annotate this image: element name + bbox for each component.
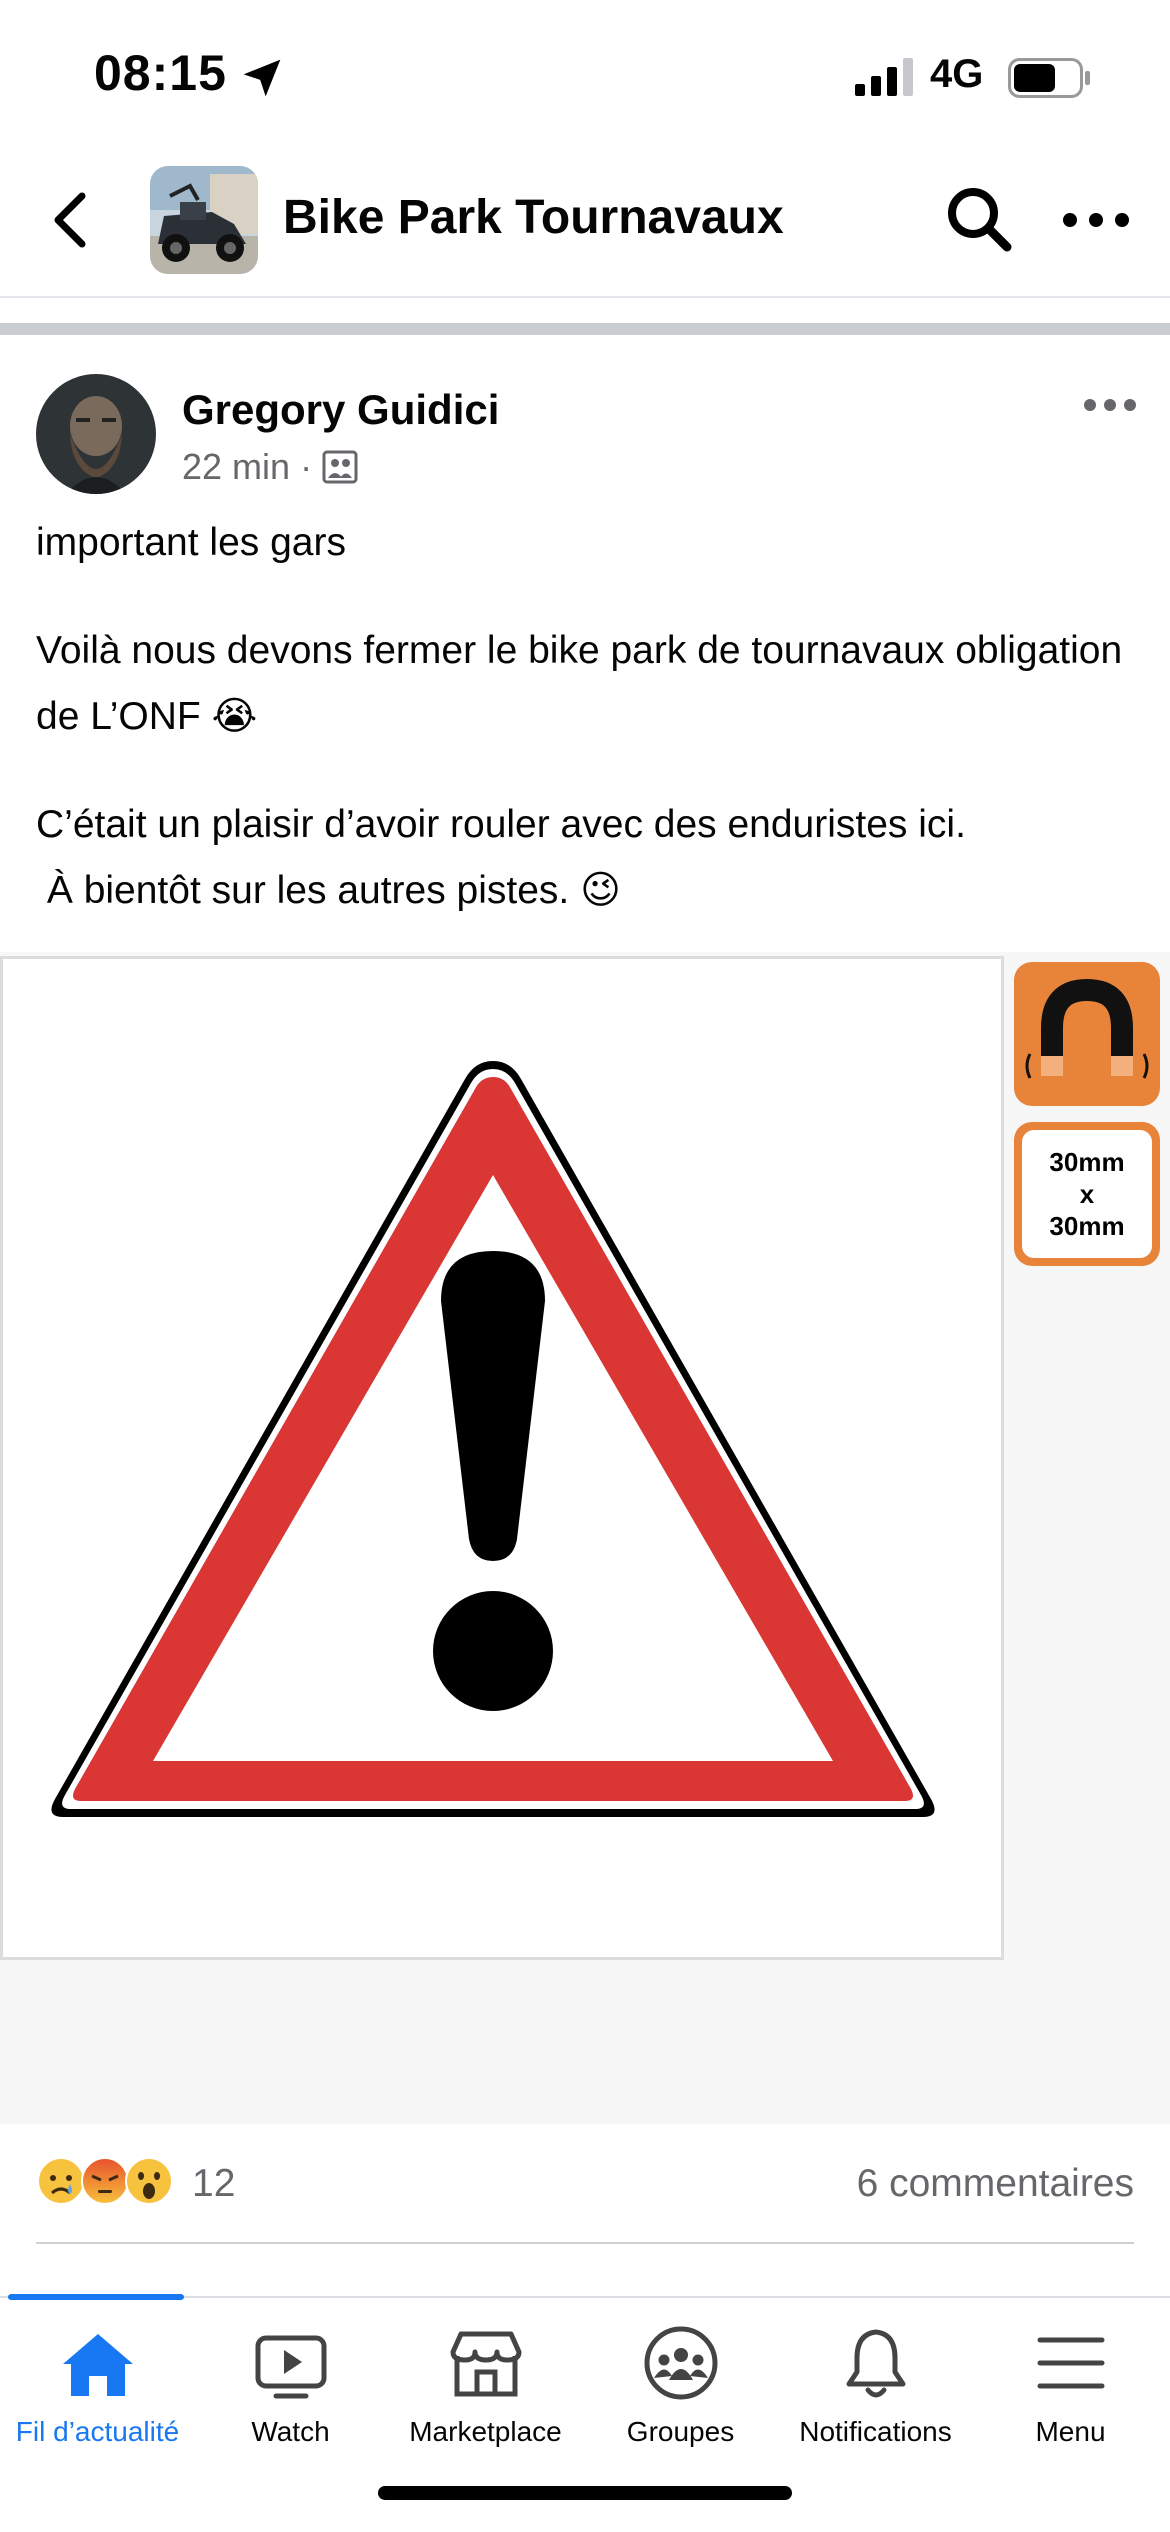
tab-label: Groupes <box>626 2416 735 2447</box>
tab-news-feed[interactable]: Fil d’actualité <box>0 2322 195 2462</box>
reaction-count[interactable]: 12 <box>192 2162 235 2206</box>
tab-menu[interactable]: Menu <box>973 2322 1168 2462</box>
post-body: important les gars Voilà nous devons fer… <box>36 510 1146 966</box>
post-paragraph: C’était un plaisir d’avoir rouler avec d… <box>36 803 966 912</box>
status-time: 08:15 <box>94 45 227 101</box>
location-arrow-icon <box>243 59 281 97</box>
network-type: 4G <box>930 52 984 96</box>
search-icon[interactable] <box>944 184 1014 254</box>
angry-reaction-icon <box>81 2157 129 2205</box>
post-meta: 22 min · <box>182 446 358 488</box>
post-options-icon[interactable] <box>1082 390 1138 420</box>
tab-marketplace[interactable]: Marketplace <box>388 2322 583 2462</box>
comments-count[interactable]: 6 commentaires <box>857 2162 1134 2206</box>
tab-watch[interactable]: Watch <box>193 2322 388 2462</box>
section-divider <box>0 323 1170 335</box>
magnet-badge <box>1014 962 1160 1106</box>
bell-icon <box>846 2329 905 2398</box>
tab-notifications[interactable]: Notifications <box>778 2322 973 2462</box>
active-tab-indicator <box>8 2294 184 2300</box>
status-bar: 08:15 4G <box>0 0 1170 150</box>
wow-reaction-icon <box>125 2157 173 2205</box>
cellular-signal-icon <box>855 58 913 96</box>
tab-label: Watch <box>251 2416 330 2447</box>
tab-label: Notifications <box>799 2416 952 2447</box>
warning-image[interactable] <box>0 956 1004 1960</box>
marketplace-icon <box>450 2331 521 2397</box>
size-badge-line: 30mm <box>1049 1147 1125 1177</box>
battery-icon <box>1008 58 1090 98</box>
tab-label: Fil d’actualité <box>15 2416 180 2447</box>
warning-triangle-icon <box>51 1061 935 1817</box>
post-image[interactable]: 30mm x 30mm <box>0 952 1170 2124</box>
tab-label: Marketplace <box>409 2416 562 2447</box>
menu-icon <box>1037 2337 1104 2389</box>
group-header: Bike Park Tournavaux <box>0 150 1170 298</box>
sad-reaction-icon <box>37 2157 85 2205</box>
home-icon <box>62 2334 133 2396</box>
meta-separator: · <box>300 446 313 487</box>
size-badge-line: x <box>1079 1179 1095 1209</box>
magnet-icon <box>1025 978 1149 1079</box>
back-button[interactable] <box>44 190 100 250</box>
reactions-summary[interactable]: 12 6 commentaires <box>36 2150 1134 2220</box>
post-time[interactable]: 22 min <box>182 446 290 488</box>
actions-divider <box>36 2242 1134 2244</box>
size-badge: 30mm x 30mm <box>1014 1122 1160 1266</box>
tab-label: Menu <box>1035 2416 1106 2447</box>
group-audience-icon <box>322 450 358 484</box>
watch-icon <box>255 2335 326 2399</box>
size-badge-line: 30mm <box>1049 1211 1125 1241</box>
more-options-icon[interactable] <box>1060 200 1132 240</box>
author-name[interactable]: Gregory Guidici <box>182 386 499 434</box>
group-name[interactable]: Bike Park Tournavaux <box>283 190 784 245</box>
post-paragraph: important les gars <box>36 521 346 564</box>
post-paragraph: Voilà nous devons fermer le bike park de… <box>36 629 1134 738</box>
groups-icon <box>644 2326 717 2400</box>
author-avatar[interactable] <box>36 374 156 494</box>
home-indicator[interactable] <box>378 2486 792 2500</box>
tab-groups[interactable]: Groupes <box>583 2322 778 2462</box>
group-avatar[interactable] <box>150 166 258 274</box>
reaction-icons[interactable] <box>36 2156 173 2206</box>
